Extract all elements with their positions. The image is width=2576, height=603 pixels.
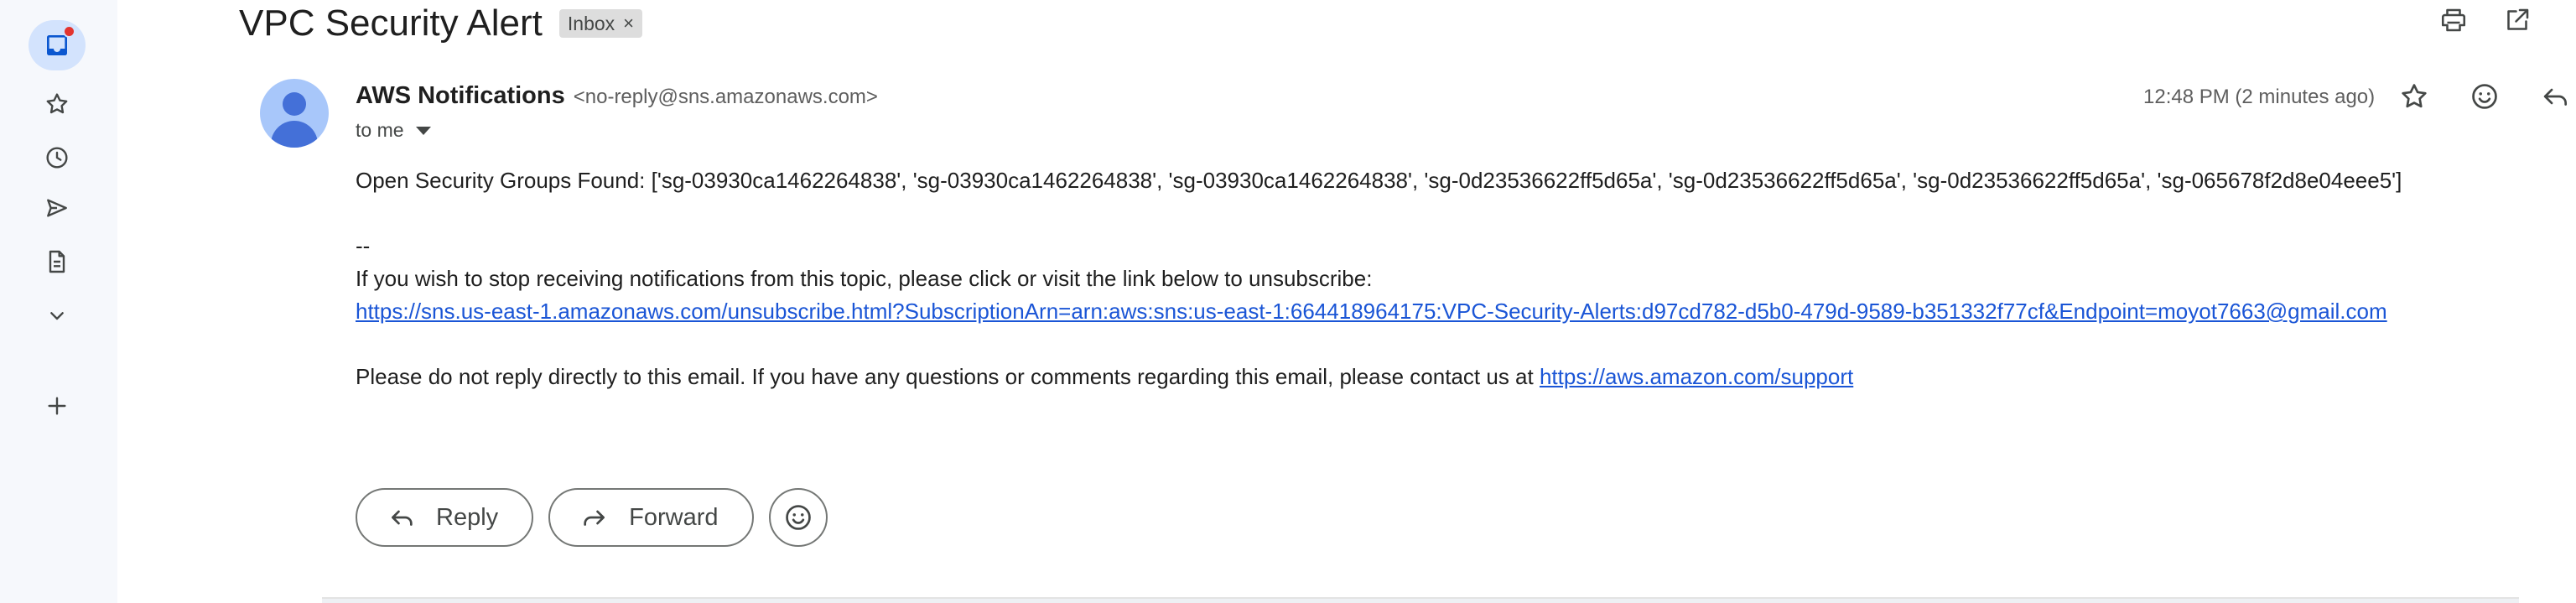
message-toolbar <box>2398 81 2576 117</box>
message-body: Open Security Groups Found: ['sg-03930ca… <box>356 164 2402 393</box>
open-in-new-icon <box>2507 8 2529 30</box>
security-groups-line: Open Security Groups Found: ['sg-03930ca… <box>356 168 2402 193</box>
emoji-reaction-button[interactable] <box>768 488 828 547</box>
reply-icon-button[interactable] <box>2539 81 2571 117</box>
inbox-label-chip[interactable]: Inbox × <box>558 9 643 38</box>
emoji-icon <box>2472 84 2497 109</box>
more-nav-button[interactable] <box>29 290 86 340</box>
subject-row: VPC Security Alert Inbox × <box>239 0 643 47</box>
reply-actions: Reply Forward <box>356 488 828 547</box>
thread-toolbar <box>2438 5 2532 39</box>
create-label-button[interactable] <box>29 381 86 431</box>
support-link[interactable]: https://aws.amazon.com/support <box>1540 364 1853 389</box>
send-icon <box>47 199 67 217</box>
support-line: Please do not reply directly to this ema… <box>356 361 2402 393</box>
sender-line: AWS Notifications <no-reply@sns.amazonaw… <box>356 82 878 110</box>
subject-title: VPC Security Alert <box>239 3 543 44</box>
print-icon <box>2441 8 2466 32</box>
inbox-label-text: Inbox <box>567 12 615 34</box>
reply-button[interactable]: Reply <box>356 488 534 547</box>
forward-label: Forward <box>629 503 719 531</box>
star-outline-icon <box>2402 84 2427 108</box>
support-text: Please do not reply directly to this ema… <box>356 364 1540 389</box>
snoozed-nav-button[interactable] <box>29 133 86 183</box>
print-button[interactable] <box>2438 5 2469 39</box>
starred-nav-button[interactable] <box>29 79 86 129</box>
message-timestamp: 12:48 PM (2 minutes ago) <box>2143 86 2376 108</box>
drafts-nav-button[interactable] <box>29 237 86 287</box>
forward-icon <box>584 510 605 526</box>
avatar-body <box>271 121 318 148</box>
avatar-head <box>283 92 306 116</box>
star-button[interactable] <box>2398 81 2430 117</box>
message-pane: VPC Security Alert Inbox × AWS Notificat… <box>117 0 2576 603</box>
clock-icon <box>46 147 68 169</box>
unsubscribe-link[interactable]: https://sns.us-east-1.amazonaws.com/unsu… <box>356 299 2387 324</box>
recipient-details-toggle[interactable]: to me <box>356 119 431 142</box>
sender-avatar[interactable] <box>260 79 329 148</box>
remove-label-icon[interactable]: × <box>623 13 634 34</box>
add-reaction-button[interactable] <box>2469 81 2501 117</box>
unsubscribe-text: If you wish to stop receiving notificati… <box>356 266 1373 291</box>
chevron-down-icon <box>50 312 64 320</box>
forward-button[interactable]: Forward <box>548 488 754 547</box>
signature-separator: -- <box>356 233 371 258</box>
left-nav-rail <box>0 0 117 603</box>
draft-icon <box>49 250 65 273</box>
recipient-label: to me <box>356 119 404 141</box>
inbox-nav-button[interactable] <box>29 20 86 70</box>
reply-icon <box>2543 88 2568 106</box>
sender-email: <no-reply@sns.amazonaws.com> <box>573 86 878 108</box>
star-icon <box>46 93 68 114</box>
sent-nav-button[interactable] <box>29 183 86 233</box>
reply-icon <box>392 510 413 526</box>
open-new-window-button[interactable] <box>2502 5 2532 39</box>
plus-icon <box>48 397 66 415</box>
reply-label: Reply <box>436 503 499 531</box>
unread-dot <box>63 25 75 38</box>
thread-bottom-divider <box>322 597 2519 603</box>
emoji-icon <box>785 505 811 530</box>
caret-down-icon[interactable] <box>415 126 431 135</box>
sender-name[interactable]: AWS Notifications <box>356 82 565 110</box>
